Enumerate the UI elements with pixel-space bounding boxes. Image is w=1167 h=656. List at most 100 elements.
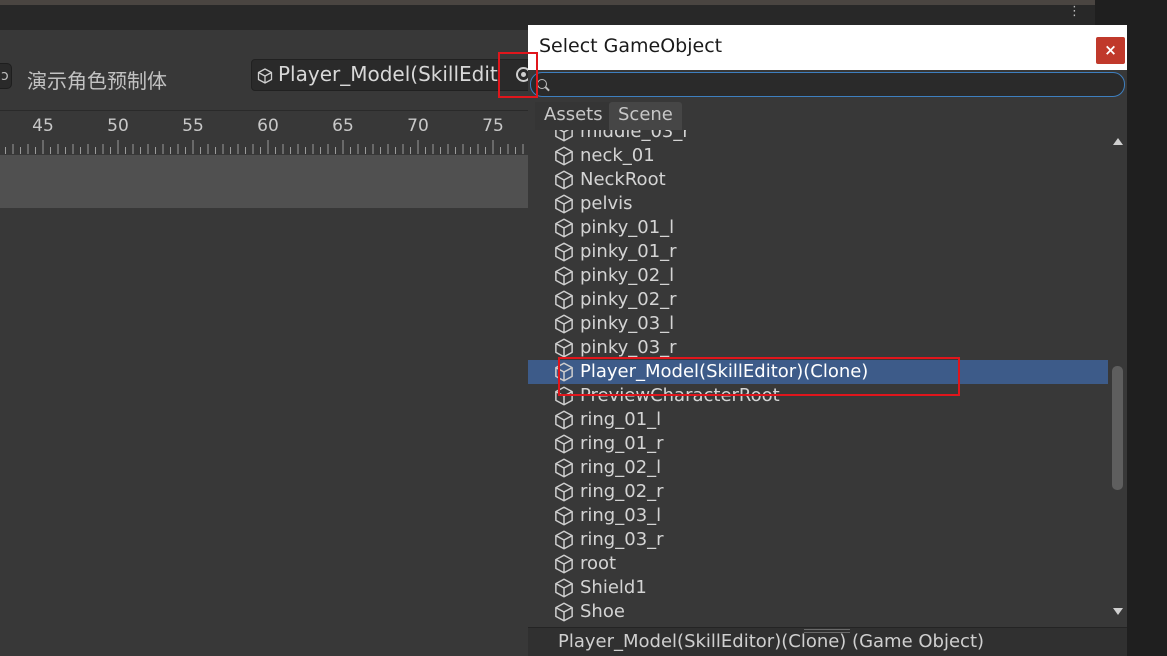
gameobject-list-item[interactable]: Shield1 <box>528 576 1108 600</box>
cube-icon <box>554 266 574 286</box>
cube-icon <box>554 458 574 478</box>
gameobject-name: ring_01_l <box>580 409 662 430</box>
gameobject-name: ring_02_l <box>580 457 662 478</box>
cube-icon <box>257 68 273 84</box>
ruler-tick-label: 50 <box>107 116 129 136</box>
search-input[interactable] <box>530 72 1125 97</box>
search-bar <box>528 70 1127 100</box>
cube-icon <box>554 530 574 550</box>
ruler-tick-label: 55 <box>182 116 204 136</box>
gameobject-name: NeckRoot <box>580 169 666 190</box>
cube-icon <box>554 290 574 310</box>
scroll-down-icon[interactable] <box>1113 608 1123 615</box>
toolbar-border <box>0 0 1095 5</box>
cube-icon <box>554 242 574 262</box>
gameobject-list-item[interactable]: Shoe <box>528 600 1108 624</box>
gameobject-name: middle_03_r <box>580 130 690 142</box>
more-options-icon[interactable]: ⋮ <box>1068 5 1081 25</box>
gameobject-name: PreviewCharacterRoot <box>580 385 780 406</box>
gameobject-name: pinky_03_r <box>580 337 677 358</box>
cube-icon <box>554 314 574 334</box>
scroll-up-icon[interactable] <box>1113 138 1123 145</box>
gameobject-list-item[interactable]: pinky_03_l <box>528 312 1108 336</box>
ruler-tick-label: 65 <box>332 116 354 136</box>
gameobject-name: neck_01 <box>580 145 655 166</box>
prefab-field-label: 演示角色预制体 <box>27 69 167 93</box>
gameobject-name: pinky_03_l <box>580 313 675 334</box>
tab-scene[interactable]: Scene <box>609 102 682 130</box>
prefab-field-row: ↄ 演示角色预制体 Player_Model(SkillEdit <box>0 30 539 110</box>
scroll-thumb[interactable] <box>1112 366 1123 490</box>
cube-icon <box>554 362 574 382</box>
gameobject-list-item[interactable]: Player_Model(SkillEditor)(Clone) <box>528 360 1108 384</box>
cube-icon <box>554 146 574 166</box>
gameobject-list-item[interactable]: pinky_02_r <box>528 288 1108 312</box>
selected-object-status: Player_Model(SkillEditor)(Clone) (Game O… <box>558 631 985 652</box>
gameobject-name: pinky_02_r <box>580 289 677 310</box>
gameobject-list-item[interactable]: pinky_01_l <box>528 216 1108 240</box>
status-bar: Player_Model(SkillEditor)(Clone) (Game O… <box>528 627 1127 656</box>
cube-icon <box>554 554 574 574</box>
gameobject-name: ring_03_r <box>580 529 664 550</box>
timeline-track[interactable] <box>0 155 528 208</box>
cube-icon <box>554 386 574 406</box>
gameobject-name: Shield1 <box>580 577 647 598</box>
gameobject-name: Player_Model(SkillEditor)(Clone) <box>580 361 869 382</box>
cube-icon <box>554 602 574 622</box>
cube-icon <box>554 338 574 358</box>
cube-icon <box>554 130 574 142</box>
window-title: Select GameObject <box>539 35 723 57</box>
cube-icon <box>554 506 574 526</box>
search-icon <box>537 79 547 89</box>
object-picker-dot <box>521 72 526 77</box>
object-field[interactable]: Player_Model(SkillEdit <box>251 59 539 91</box>
gameobject-list-item[interactable]: root <box>528 552 1108 576</box>
gameobject-name: ring_02_r <box>580 481 664 502</box>
cube-icon <box>554 410 574 430</box>
gameobject-list-item[interactable]: pelvis <box>528 192 1108 216</box>
gameobject-list-item[interactable]: middle_03_r <box>528 130 1108 144</box>
cube-icon <box>554 194 574 214</box>
gameobject-name: pinky_02_l <box>580 265 675 286</box>
ruler-tick-label: 75 <box>482 116 504 136</box>
picker-tabs: Assets Scene <box>528 100 1127 130</box>
window-title-bar[interactable]: Select GameObject × <box>528 25 1127 70</box>
cube-icon <box>554 170 574 190</box>
gameobject-list-item[interactable]: ring_02_r <box>528 480 1108 504</box>
timeline-content-area <box>0 208 528 656</box>
gameobject-list-item[interactable]: NeckRoot <box>528 168 1108 192</box>
gameobject-list-item[interactable]: pinky_02_l <box>528 264 1108 288</box>
gameobject-list-item[interactable]: pinky_01_r <box>528 240 1108 264</box>
gameobject-name: pinky_01_r <box>580 241 677 262</box>
reset-icon[interactable]: ↄ <box>0 63 12 89</box>
close-button[interactable]: × <box>1096 37 1125 64</box>
gameobject-list-item[interactable]: PreviewCharacterRoot <box>528 384 1108 408</box>
gameobject-list-item[interactable]: pinky_03_r <box>528 336 1108 360</box>
ruler-tick-label: 70 <box>407 116 429 136</box>
gameobject-list-item[interactable]: ring_02_l <box>528 456 1108 480</box>
select-gameobject-window: Select GameObject × Assets Scene middle_… <box>528 25 1127 656</box>
cube-icon <box>554 218 574 238</box>
ruler-tick-label: 45 <box>32 116 54 136</box>
cube-icon <box>554 434 574 454</box>
gameobject-name: pelvis <box>580 193 633 214</box>
close-icon: × <box>1104 41 1117 59</box>
gameobject-list-item[interactable]: ring_03_l <box>528 504 1108 528</box>
gameobject-list-item[interactable]: ring_01_r <box>528 432 1108 456</box>
gameobject-list-item[interactable]: neck_01 <box>528 144 1108 168</box>
gameobject-name: ring_01_r <box>580 433 664 454</box>
ruler-tick-label: 60 <box>257 116 279 136</box>
gameobject-name: Shoe <box>580 601 625 622</box>
cube-icon <box>554 482 574 502</box>
gameobject-list: middle_03_r neck_01 NeckRoot pelvis pinky_01… <box>528 130 1127 627</box>
gameobject-list-item[interactable]: ring_03_r <box>528 528 1108 552</box>
cube-icon <box>554 578 574 598</box>
timeline-ruler[interactable]: 45 50 55 60 65 70 75 <box>0 110 528 155</box>
list-scrollbar[interactable] <box>1108 130 1127 627</box>
gameobject-name: pinky_01_l <box>580 217 675 238</box>
tab-assets[interactable]: Assets <box>535 102 612 130</box>
gameobject-name: root <box>580 553 617 574</box>
object-field-value: Player_Model(SkillEdit <box>278 62 498 86</box>
gameobject-list-item[interactable]: ring_01_l <box>528 408 1108 432</box>
gameobject-name: ring_03_l <box>580 505 662 526</box>
